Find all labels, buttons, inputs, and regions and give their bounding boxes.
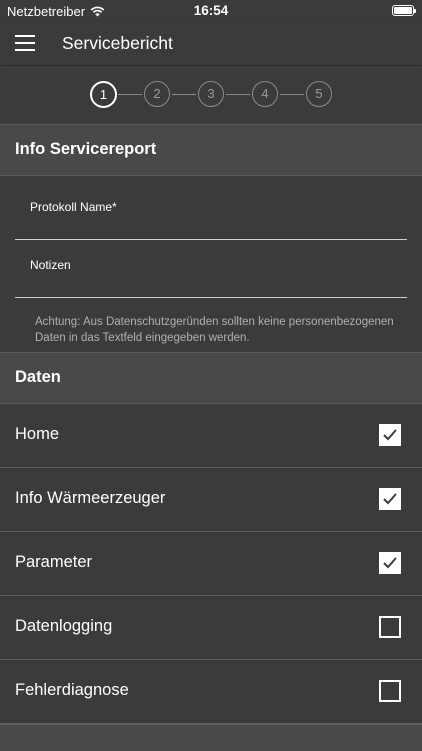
info-section-title: Info Servicereport bbox=[15, 140, 157, 158]
protocol-name-label: Protokoll Name* bbox=[30, 200, 117, 214]
data-item-home[interactable]: Home bbox=[0, 404, 422, 468]
step-3[interactable]: 3 bbox=[198, 81, 224, 107]
data-item-label: Home bbox=[15, 425, 60, 443]
notes-label: Notizen bbox=[30, 258, 71, 272]
fehlerdiagnose-checkbox[interactable] bbox=[379, 680, 401, 702]
step-2[interactable]: 2 bbox=[144, 81, 170, 107]
home-checkbox[interactable] bbox=[379, 424, 401, 446]
data-item-label: Datenlogging bbox=[15, 617, 113, 635]
step-indicator: 1 2 3 4 5 bbox=[0, 66, 422, 124]
protocol-name-underline bbox=[15, 239, 407, 240]
step-connector bbox=[226, 94, 250, 95]
data-item-label: Fehlerdiagnose bbox=[15, 681, 129, 699]
protocol-name-field[interactable]: Protokoll Name* bbox=[15, 190, 407, 242]
step-connector bbox=[172, 94, 196, 95]
info-section-header: Info Servicereport bbox=[0, 124, 422, 176]
data-item-label: Parameter bbox=[15, 553, 93, 571]
status-bar: Netzbetreiber 16:54 bbox=[0, 0, 422, 22]
data-item-parameter[interactable]: Parameter bbox=[0, 532, 422, 596]
hamburger-menu-icon[interactable] bbox=[15, 35, 35, 52]
step-5[interactable]: 5 bbox=[306, 81, 332, 107]
clock: 16:54 bbox=[193, 3, 229, 18]
notes-underline bbox=[15, 297, 407, 298]
info-waermeerzeuger-checkbox[interactable] bbox=[379, 488, 401, 510]
battery-icon bbox=[392, 5, 416, 16]
data-item-fehlerdiagnose[interactable]: Fehlerdiagnose bbox=[0, 660, 422, 724]
checkmark-icon bbox=[383, 429, 397, 441]
privacy-note: Achtung: Aus Datenschutzgeründen sollten… bbox=[35, 316, 394, 344]
notes-field[interactable]: Notizen bbox=[15, 248, 407, 300]
page-title: Servicebericht bbox=[62, 33, 173, 53]
datenlogging-checkbox[interactable] bbox=[379, 616, 401, 638]
step-connector bbox=[280, 94, 304, 95]
checkmark-icon bbox=[383, 493, 397, 505]
data-item-label: Info Wärmeerzeuger bbox=[15, 489, 166, 507]
step-connector bbox=[118, 94, 142, 95]
data-section-header: Daten bbox=[0, 352, 422, 404]
app-bar: Servicebericht bbox=[0, 22, 422, 65]
data-item-info-waermeerzeuger[interactable]: Info Wärmeerzeuger bbox=[0, 468, 422, 532]
data-section-title: Daten bbox=[15, 368, 61, 386]
checkmark-icon bbox=[383, 557, 397, 569]
parameter-checkbox[interactable] bbox=[379, 552, 401, 574]
next-section-header bbox=[0, 724, 422, 751]
data-item-datenlogging[interactable]: Datenlogging bbox=[0, 596, 422, 660]
step-4[interactable]: 4 bbox=[252, 81, 278, 107]
step-1[interactable]: 1 bbox=[90, 81, 117, 108]
